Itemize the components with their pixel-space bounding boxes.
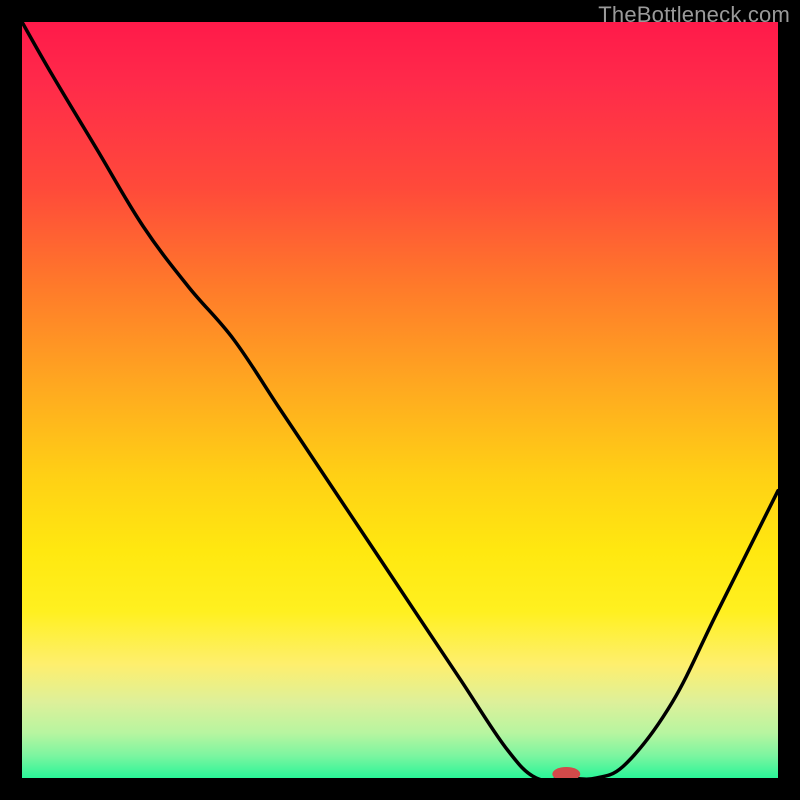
chart-svg — [22, 22, 778, 778]
bottleneck-curve — [22, 22, 778, 778]
chart-plot-area — [22, 22, 778, 778]
watermark-label: TheBottleneck.com — [598, 2, 790, 28]
optimal-point-marker — [552, 767, 580, 778]
